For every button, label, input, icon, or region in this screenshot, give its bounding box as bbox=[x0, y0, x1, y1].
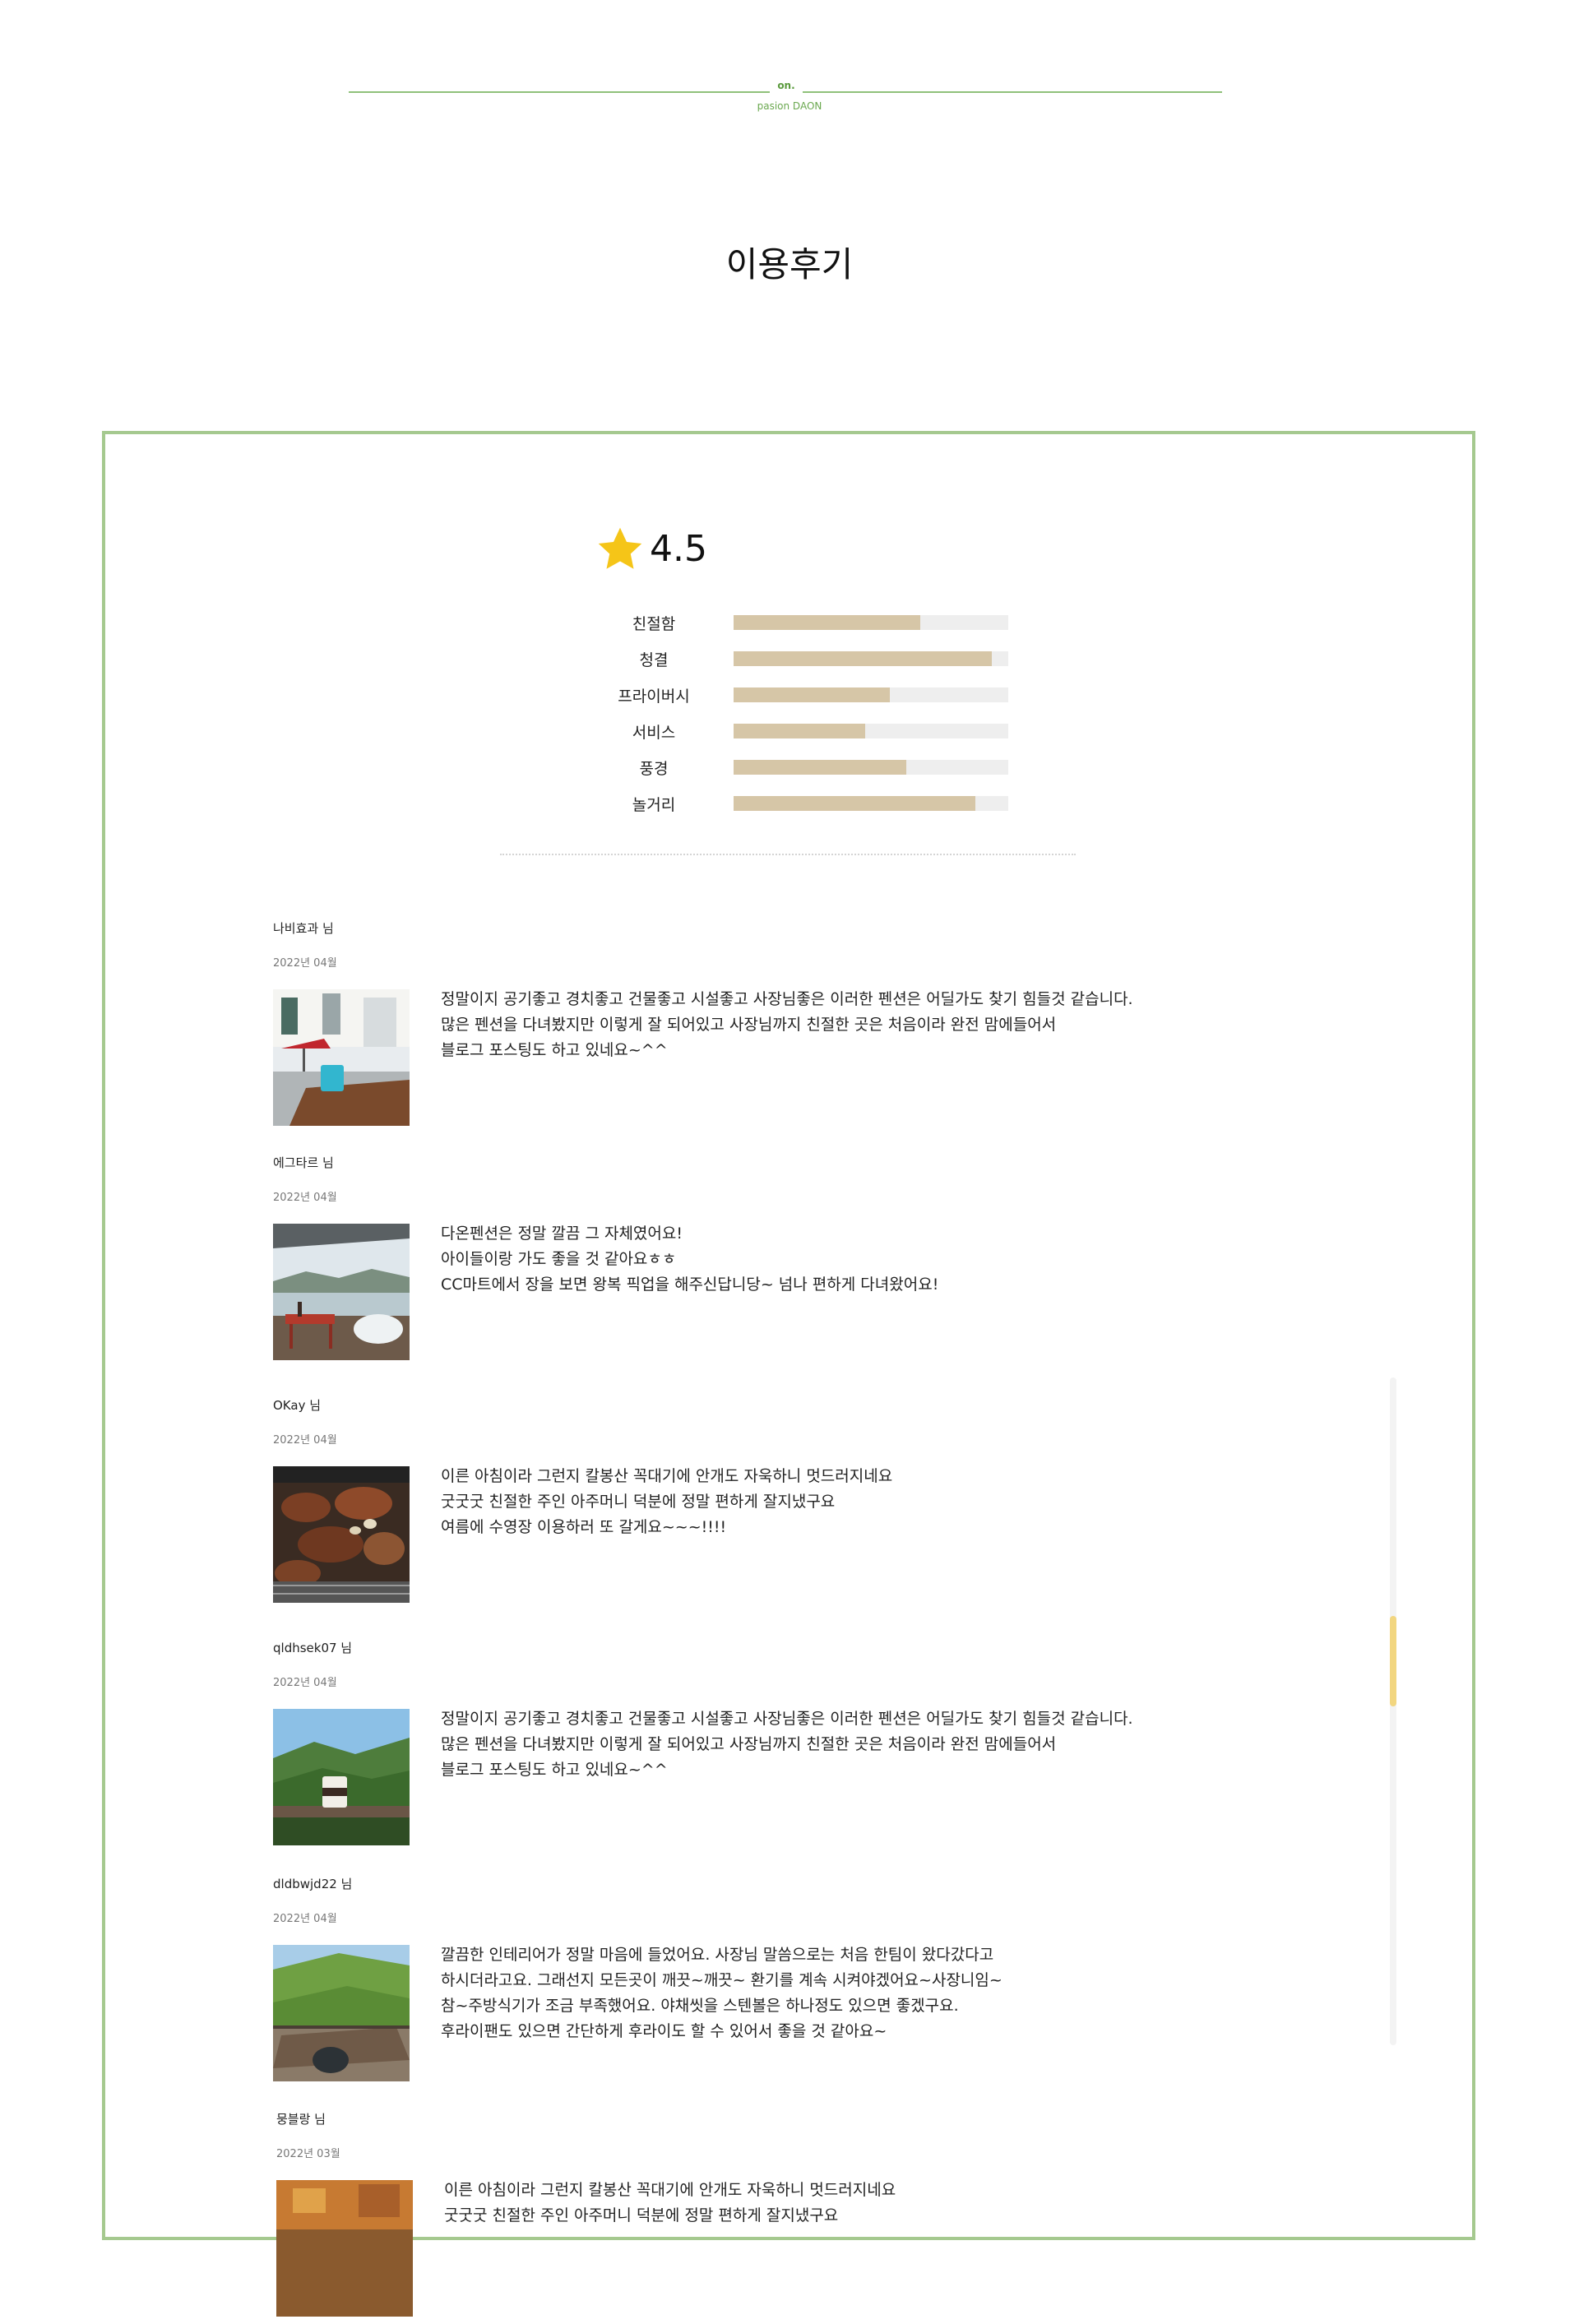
review-text: 정말이지 공기좋고 경치좋고 건물좋고 시설좋고 사장님좋은 이러한 펜션은 어… bbox=[441, 1710, 1133, 1779]
review-date: 2022년 04월 bbox=[273, 1913, 337, 1925]
metric-activities: 놀거리 bbox=[609, 793, 1012, 814]
review-date: 2022년 03월 bbox=[276, 2148, 340, 2160]
metric-service: 서비스 bbox=[609, 720, 1012, 742]
review-date: 2022년 04월 bbox=[273, 957, 337, 970]
metric-cleanliness: 청결 bbox=[609, 648, 1012, 669]
metric-bar-track bbox=[734, 687, 1008, 702]
metric-label: 청결 bbox=[639, 651, 669, 669]
review-text: 다온펜션은 정말 깔끔 그 자체였어요! 아이들이랑 가도 좋을 것 같아요ㅎㅎ… bbox=[441, 1224, 939, 1294]
brand-subtitle: pasion DAON bbox=[757, 100, 822, 112]
metric-bar-fill bbox=[734, 687, 891, 702]
page-title: 이용후기 bbox=[725, 244, 854, 285]
lake-view-icon[interactable] bbox=[273, 1224, 410, 1360]
autumn-stream-icon[interactable] bbox=[276, 2180, 413, 2317]
metric-bar-track bbox=[734, 724, 1008, 738]
rating-score: 4.5 bbox=[650, 528, 707, 570]
review-date: 2022년 04월 bbox=[273, 1434, 337, 1447]
metric-privacy: 프라이버시 bbox=[609, 684, 1012, 706]
metric-bar-track bbox=[734, 760, 1008, 775]
scrollbar-track[interactable] bbox=[1390, 1377, 1396, 2045]
brand-divider-right bbox=[803, 91, 1222, 93]
review-item: dldbwjd22 님 2022년 04월 깔끔한 인테리어가 정말 마음에 들… bbox=[273, 1875, 1342, 2089]
scrollbar-thumb[interactable] bbox=[1390, 1616, 1396, 1706]
metric-label: 친절함 bbox=[632, 615, 676, 633]
review-text: 정말이지 공기좋고 경치좋고 건물좋고 시설좋고 사장님좋은 이러한 펜션은 어… bbox=[441, 990, 1133, 1059]
review-date: 2022년 04월 bbox=[273, 1192, 337, 1204]
metric-bar-fill bbox=[734, 724, 866, 738]
metric-bar-fill bbox=[734, 760, 907, 775]
bbq-grill-icon[interactable] bbox=[273, 1466, 410, 1603]
review-item: 뭉블랑 님 2022년 03월 이른 아침이라 그런지 칼봉산 꼭대기에 안개도… bbox=[276, 2110, 1345, 2324]
brand-divider-left bbox=[349, 91, 770, 93]
review-author: OKay 님 bbox=[273, 1398, 322, 1413]
review-text: 이른 아침이라 그런지 칼봉산 꼭대기에 안개도 자욱하니 멋드러지네요 굿굿굿… bbox=[444, 2181, 896, 2224]
mountain-coffee-icon[interactable] bbox=[273, 1709, 410, 1845]
review-text: 깔끔한 인테리어가 정말 마음에 들었어요. 사장님 말씀으로는 처음 한팀이 … bbox=[441, 1946, 1003, 2040]
brand-logo[interactable]: on. bbox=[757, 80, 816, 91]
metric-label: 서비스 bbox=[632, 724, 676, 742]
metric-bar-fill bbox=[734, 651, 992, 666]
review-author: 나비효과 님 bbox=[273, 921, 334, 936]
metric-label: 놀거리 bbox=[632, 796, 676, 814]
review-item: 에그타르 님 2022년 04월 다온펜션은 정말 깔끔 그 자체였어요! 아이… bbox=[273, 1154, 1342, 1368]
metric-bar-track bbox=[734, 615, 1008, 630]
review-item: OKay 님 2022년 04월 이른 아침이라 그런지 칼봉산 꼭대기에 안개… bbox=[273, 1396, 1342, 1610]
review-text: 이른 아침이라 그런지 칼봉산 꼭대기에 안개도 자욱하니 멋드러지네요 굿굿굿… bbox=[441, 1467, 893, 1536]
metric-label: 프라이버시 bbox=[618, 687, 690, 706]
metric-bar-track bbox=[734, 651, 1008, 666]
review-author: 뭉블랑 님 bbox=[276, 2112, 326, 2127]
review-author: 에그타르 님 bbox=[273, 1155, 334, 1170]
review-author: qldhsek07 님 bbox=[273, 1641, 353, 1655]
metric-kindness: 친절함 bbox=[609, 612, 1012, 633]
star-icon bbox=[598, 527, 642, 569]
metric-bar-fill bbox=[734, 615, 921, 630]
metric-label: 풍경 bbox=[639, 760, 669, 778]
metric-scenery: 풍경 bbox=[609, 757, 1012, 778]
forest-deck-icon[interactable] bbox=[273, 1945, 410, 2081]
review-item: qldhsek07 님 2022년 04월 정말이지 공기좋고 경치좋고 건물좋… bbox=[273, 1639, 1342, 1853]
review-item: 나비효과 님 2022년 04월 정말이지 공기좋고 경치좋고 건물좋고 시설좋… bbox=[273, 919, 1342, 1133]
review-date: 2022년 04월 bbox=[273, 1677, 337, 1689]
metric-bar-track bbox=[734, 796, 1008, 811]
summary-divider bbox=[500, 854, 1076, 855]
metric-bar-fill bbox=[734, 796, 975, 811]
terrace-table-icon[interactable] bbox=[273, 989, 410, 1126]
review-author: dldbwjd22 님 bbox=[273, 1877, 353, 1891]
